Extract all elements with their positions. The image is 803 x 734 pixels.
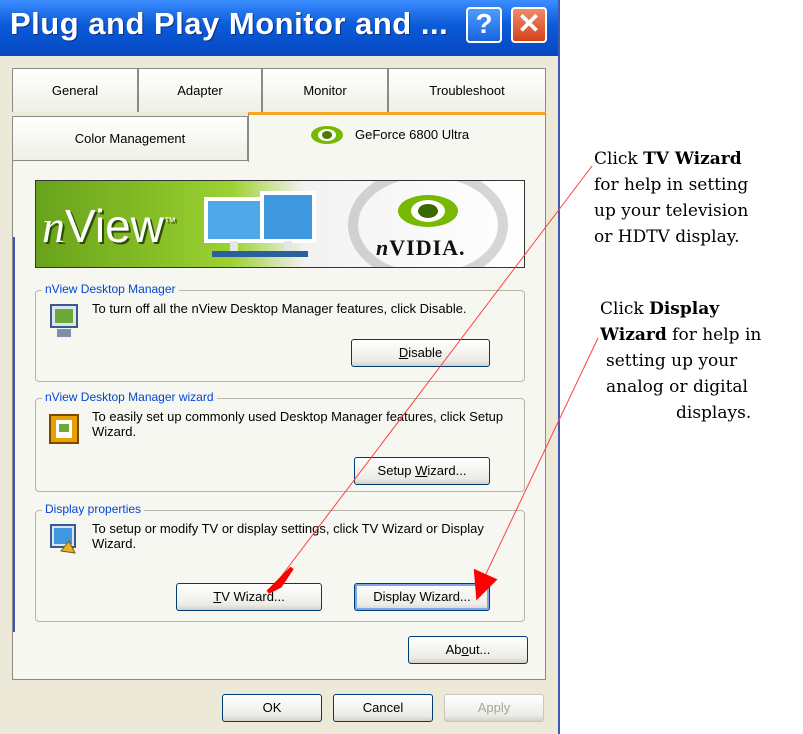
- display-wizard-arrowhead: [473, 568, 498, 601]
- tab-geforce[interactable]: GeForce 6800 Ultra: [248, 112, 546, 162]
- nvidia-eye-icon: [311, 126, 343, 144]
- tv-wizard-arrowhead: [266, 566, 294, 594]
- tv-wizard-arrow: [279, 165, 593, 579]
- callout-arrows: [266, 165, 599, 601]
- display-wizard-arrow: [483, 337, 599, 579]
- tab-geforce-label: GeForce 6800 Ultra: [355, 127, 470, 142]
